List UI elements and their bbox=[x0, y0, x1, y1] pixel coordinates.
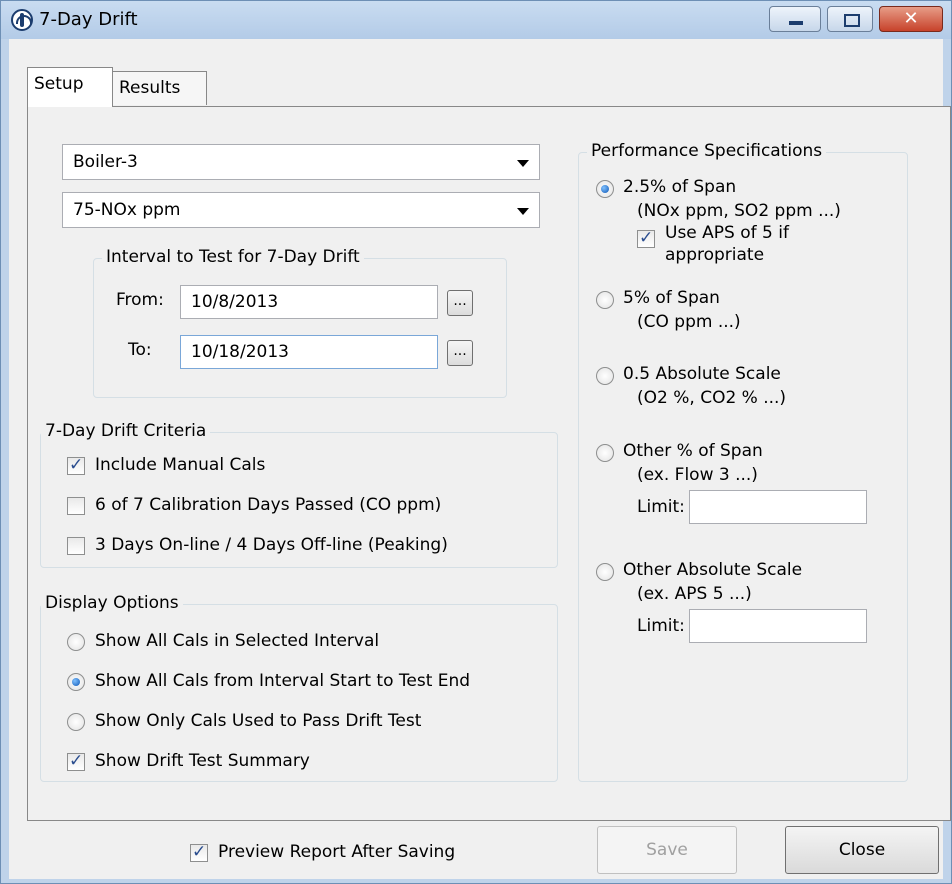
chevron-down-icon bbox=[517, 208, 529, 215]
setup-pane: Boiler-3 75-NOx ppm Interval to Test for… bbox=[27, 106, 951, 821]
show-all-interval-radio[interactable] bbox=[67, 633, 85, 651]
show-summary-label: Show Drift Test Summary bbox=[95, 751, 310, 771]
spec-other-abs-label: Other Absolute Scale bbox=[623, 560, 803, 580]
tab-setup[interactable]: Setup bbox=[27, 67, 113, 107]
other-pct-limit-label: Limit: bbox=[637, 497, 685, 517]
to-label: To: bbox=[128, 340, 152, 360]
parameter-select-value: 75-NOx ppm bbox=[73, 200, 181, 220]
other-abs-limit-input[interactable] bbox=[689, 609, 867, 643]
preview-report-label: Preview Report After Saving bbox=[218, 842, 456, 862]
spec-2-5-span-sub: (NOx ppm, SO2 ppm ...) bbox=[637, 201, 841, 221]
spec-abs-scale-label: 0.5 Absolute Scale bbox=[623, 364, 781, 384]
to-date-input[interactable]: 10/18/2013 bbox=[180, 335, 438, 369]
criteria-group: 7-Day Drift Criteria Include Manual Cals… bbox=[40, 421, 558, 568]
spec-2-5-span-label: 2.5% of Span bbox=[623, 177, 737, 197]
spec-5-span-radio[interactable] bbox=[596, 291, 614, 309]
app-icon bbox=[11, 9, 33, 31]
close-window-button[interactable]: ✕ bbox=[879, 6, 943, 32]
show-all-interval-label: Show All Cals in Selected Interval bbox=[95, 631, 380, 651]
spec-other-abs-sub: (ex. APS 5 ...) bbox=[637, 584, 752, 604]
use-aps-label-line1: Use APS of 5 if bbox=[665, 223, 789, 243]
unit-select[interactable]: Boiler-3 bbox=[62, 144, 540, 180]
save-button[interactable]: Save bbox=[597, 826, 737, 874]
peaking-checkbox[interactable] bbox=[67, 537, 85, 555]
performance-group: Performance Specifications 2.5% of Span … bbox=[578, 141, 908, 782]
window-title: 7-Day Drift bbox=[39, 9, 138, 30]
display-options-group: Display Options Show All Cals in Selecte… bbox=[40, 593, 558, 782]
close-button[interactable]: Close bbox=[785, 826, 939, 874]
spec-5-span-label: 5% of Span bbox=[623, 288, 720, 308]
spec-abs-scale-radio[interactable] bbox=[596, 367, 614, 385]
minimize-button[interactable] bbox=[769, 6, 821, 32]
include-manual-cals-label: Include Manual Cals bbox=[95, 455, 266, 475]
performance-title: Performance Specifications bbox=[587, 141, 827, 161]
six-of-seven-checkbox[interactable] bbox=[67, 497, 85, 515]
from-date-browse-button[interactable]: ... bbox=[447, 290, 473, 316]
interval-group: Interval to Test for 7-Day Drift From: 1… bbox=[93, 247, 507, 398]
title-bar[interactable]: 7-Day Drift ✕ bbox=[1, 1, 951, 39]
criteria-group-title: 7-Day Drift Criteria bbox=[41, 421, 211, 441]
use-aps-label-line2: appropriate bbox=[665, 245, 765, 265]
interval-group-title: Interval to Test for 7-Day Drift bbox=[102, 247, 364, 267]
parameter-select[interactable]: 75-NOx ppm bbox=[62, 192, 540, 228]
use-aps-checkbox[interactable] bbox=[637, 228, 655, 248]
other-pct-limit-input[interactable] bbox=[689, 490, 867, 524]
spec-other-pct-sub: (ex. Flow 3 ...) bbox=[637, 465, 758, 485]
dialog-client: Setup Results Boiler-3 75-NOx ppm Interv… bbox=[9, 39, 951, 879]
show-only-pass-label: Show Only Cals Used to Pass Drift Test bbox=[95, 711, 422, 731]
include-manual-cals-checkbox[interactable] bbox=[67, 455, 85, 475]
spec-other-pct-label: Other % of Span bbox=[623, 441, 763, 461]
spec-other-abs-radio[interactable] bbox=[596, 563, 614, 581]
to-date-browse-button[interactable]: ... bbox=[447, 340, 473, 366]
from-label: From: bbox=[116, 290, 164, 310]
maximize-button[interactable] bbox=[827, 6, 873, 32]
dialog-window: 7-Day Drift ✕ Setup Results Boiler-3 75-… bbox=[0, 0, 952, 884]
close-icon: ✕ bbox=[903, 8, 919, 29]
other-abs-limit-label: Limit: bbox=[637, 616, 685, 636]
tab-results[interactable]: Results bbox=[113, 71, 207, 105]
chevron-down-icon bbox=[517, 160, 529, 167]
show-summary-checkbox[interactable] bbox=[67, 751, 85, 771]
unit-select-value: Boiler-3 bbox=[73, 152, 138, 172]
display-options-title: Display Options bbox=[41, 593, 183, 613]
preview-report-checkbox[interactable] bbox=[190, 842, 208, 862]
six-of-seven-label: 6 of 7 Calibration Days Passed (CO ppm) bbox=[95, 495, 442, 515]
spec-other-pct-radio[interactable] bbox=[596, 444, 614, 462]
show-interval-start-label: Show All Cals from Interval Start to Tes… bbox=[95, 671, 471, 691]
peaking-label: 3 Days On-line / 4 Days Off-line (Peakin… bbox=[95, 535, 448, 555]
spec-abs-scale-sub: (O2 %, CO2 % ...) bbox=[637, 388, 787, 408]
show-only-pass-radio[interactable] bbox=[67, 713, 85, 731]
from-date-input[interactable]: 10/8/2013 bbox=[180, 285, 438, 319]
spec-2-5-span-radio[interactable] bbox=[596, 180, 614, 198]
spec-5-span-sub: (CO ppm ...) bbox=[637, 312, 741, 332]
show-interval-start-radio[interactable] bbox=[67, 673, 85, 691]
